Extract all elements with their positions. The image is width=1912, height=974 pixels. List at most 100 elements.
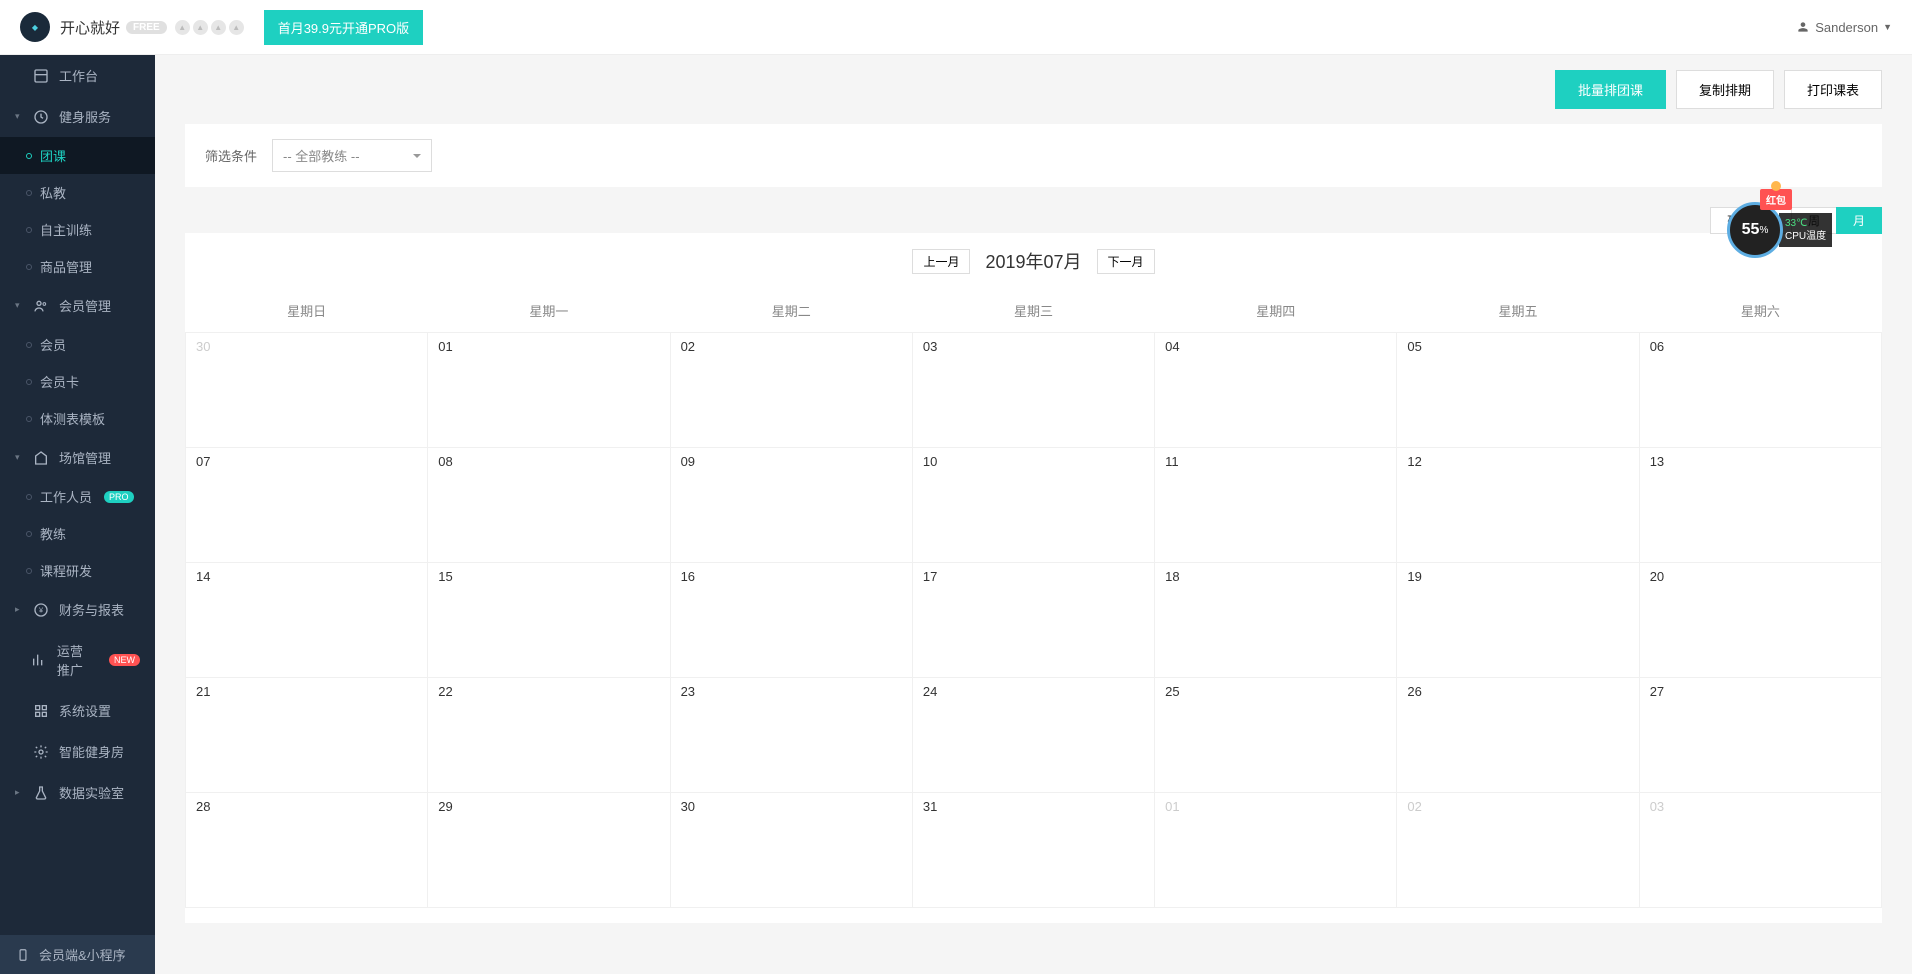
copy-schedule-button[interactable]: 复制排期 <box>1676 70 1774 109</box>
free-badge: FREE <box>126 21 167 34</box>
dot-icon: ▲ <box>211 20 226 35</box>
calendar-cell[interactable]: 31 <box>912 793 1154 908</box>
topbar: ◆ 开心就好 FREE ▲ ▲ ▲ ▲ 首月39.9元开通PRO版 Sander… <box>0 0 1912 55</box>
prev-month-button[interactable]: 上一月 <box>912 249 970 274</box>
sub-member-card[interactable]: 会员卡 <box>0 363 155 400</box>
percent-sign: % <box>1759 225 1768 236</box>
calendar-cell[interactable]: 05 <box>1397 333 1639 448</box>
sidebar-footer[interactable]: 会员端&小程序 <box>0 935 155 974</box>
calendar-cell[interactable]: 20 <box>1639 563 1881 678</box>
cpu-temp-label: CPU温度 <box>1785 230 1826 243</box>
calendar-cell[interactable]: 30 <box>186 333 428 448</box>
select-value: -- 全部教练 -- <box>283 149 360 164</box>
calendar-cell[interactable]: 14 <box>186 563 428 678</box>
pro-badge: PRO <box>104 491 134 503</box>
nav-workbench[interactable]: 工作台 <box>0 55 155 96</box>
calendar-cell[interactable]: 29 <box>428 793 670 908</box>
calendar-cell[interactable]: 22 <box>428 678 670 793</box>
system-widget[interactable]: 55% 红包 33℃ CPU温度 <box>1727 195 1837 265</box>
calendar-cell[interactable]: 09 <box>670 448 912 563</box>
calendar-cell[interactable]: 03 <box>912 333 1154 448</box>
sub-private[interactable]: 私教 <box>0 174 155 211</box>
nav-label: 数据实验室 <box>59 783 124 802</box>
sub-body-template[interactable]: 体测表模板 <box>0 400 155 437</box>
users-icon <box>33 298 49 314</box>
calendar-header: 上一月 2019年07月 下一月 <box>185 248 1882 274</box>
brand-title: 开心就好 <box>60 17 120 38</box>
calendar-cell[interactable]: 06 <box>1639 333 1881 448</box>
user-icon <box>1796 20 1810 34</box>
dashboard-icon <box>33 68 49 84</box>
calendar-cell[interactable]: 16 <box>670 563 912 678</box>
calendar-cell[interactable]: 17 <box>912 563 1154 678</box>
calendar-cell[interactable]: 25 <box>1155 678 1397 793</box>
nav-finance[interactable]: ▸ ¥ 财务与报表 <box>0 589 155 630</box>
calendar-cell[interactable]: 19 <box>1397 563 1639 678</box>
filter-label: 筛选条件 <box>205 146 257 165</box>
sub-label: 团课 <box>40 146 66 165</box>
grid-icon <box>33 703 49 719</box>
nav-members[interactable]: ▾ 会员管理 <box>0 285 155 326</box>
nav-fitness[interactable]: ▾ 健身服务 <box>0 96 155 137</box>
calendar-cell[interactable]: 21 <box>186 678 428 793</box>
sub-label: 商品管理 <box>40 257 92 276</box>
nav-label: 场馆管理 <box>59 448 111 467</box>
calendar-title: 2019年07月 <box>985 248 1081 274</box>
calendar-cell[interactable]: 18 <box>1155 563 1397 678</box>
sub-group-class[interactable]: 团课 <box>0 137 155 174</box>
sub-label: 私教 <box>40 183 66 202</box>
calendar-cell[interactable]: 02 <box>670 333 912 448</box>
nav-marketing[interactable]: 运营推广 NEW <box>0 630 155 690</box>
sub-course-dev[interactable]: 课程研发 <box>0 552 155 589</box>
nav-label: 智能健身房 <box>59 742 124 761</box>
calendar-cell[interactable]: 07 <box>186 448 428 563</box>
sub-coach[interactable]: 教练 <box>0 515 155 552</box>
calendar-cell[interactable]: 28 <box>186 793 428 908</box>
calendar-cell[interactable]: 27 <box>1639 678 1881 793</box>
next-month-button[interactable]: 下一月 <box>1097 249 1155 274</box>
user-menu[interactable]: Sanderson ▼ <box>1796 20 1892 35</box>
calendar-cell[interactable]: 02 <box>1397 793 1639 908</box>
redpack-badge[interactable]: 红包 <box>1760 189 1792 210</box>
print-schedule-button[interactable]: 打印课表 <box>1784 70 1882 109</box>
dot-icon: ▲ <box>193 20 208 35</box>
calendar-table: 星期日 星期一 星期二 星期三 星期四 星期五 星期六 300102030405… <box>185 289 1882 908</box>
gray-dots: ▲ ▲ ▲ ▲ <box>175 20 244 35</box>
action-bar: 批量排团课 复制排期 打印课表 <box>185 70 1882 109</box>
sub-self-training[interactable]: 自主训练 <box>0 211 155 248</box>
nav-smart-gym[interactable]: 智能健身房 <box>0 731 155 772</box>
nav-venue[interactable]: ▾ 场馆管理 <box>0 437 155 478</box>
nav-settings[interactable]: 系统设置 <box>0 690 155 731</box>
calendar-cell[interactable]: 30 <box>670 793 912 908</box>
sidebar: 工作台 ▾ 健身服务 团课 私教 自主训练 商品管理 ▾ 会员管理 会员 会员卡… <box>0 55 155 974</box>
calendar-cell[interactable]: 24 <box>912 678 1154 793</box>
nav-data-lab[interactable]: ▸ 数据实验室 <box>0 772 155 813</box>
chevron-down-icon: ▼ <box>1883 22 1892 32</box>
batch-schedule-button[interactable]: 批量排团课 <box>1555 70 1666 109</box>
cpu-percent: 55 <box>1742 221 1760 239</box>
calendar-cell[interactable]: 04 <box>1155 333 1397 448</box>
calendar-cell[interactable]: 12 <box>1397 448 1639 563</box>
calendar-cell[interactable]: 08 <box>428 448 670 563</box>
coach-select[interactable]: -- 全部教练 -- <box>272 139 432 172</box>
calendar-cell[interactable]: 23 <box>670 678 912 793</box>
nav-label: 工作台 <box>59 66 98 85</box>
calendar-cell[interactable]: 01 <box>1155 793 1397 908</box>
sub-member[interactable]: 会员 <box>0 326 155 363</box>
calendar-cell[interactable]: 03 <box>1639 793 1881 908</box>
calendar-cell[interactable]: 26 <box>1397 678 1639 793</box>
calendar-cell[interactable]: 13 <box>1639 448 1881 563</box>
tab-month[interactable]: 月 <box>1836 207 1882 234</box>
calendar-cell[interactable]: 15 <box>428 563 670 678</box>
calendar-cell[interactable]: 01 <box>428 333 670 448</box>
yen-icon: ¥ <box>33 602 49 618</box>
pro-upgrade-button[interactable]: 首月39.9元开通PRO版 <box>264 10 423 45</box>
calendar-cell[interactable]: 11 <box>1155 448 1397 563</box>
sub-staff[interactable]: 工作人员PRO <box>0 478 155 515</box>
content: 批量排团课 复制排期 打印课表 筛选条件 -- 全部教练 -- 列表模式 周 月… <box>155 55 1912 974</box>
sub-products[interactable]: 商品管理 <box>0 248 155 285</box>
weekday-header: 星期二 <box>670 289 912 333</box>
sub-label: 自主训练 <box>40 220 92 239</box>
cpu-temp: 33℃ <box>1785 217 1826 230</box>
calendar-cell[interactable]: 10 <box>912 448 1154 563</box>
